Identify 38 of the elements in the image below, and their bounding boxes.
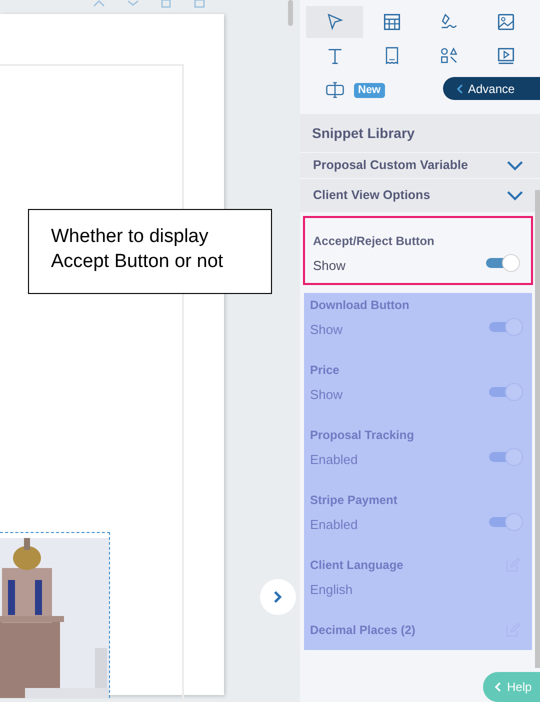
callout-text: Whether to display Accept Button or not bbox=[51, 225, 224, 274]
chevron-left-icon bbox=[457, 84, 463, 94]
chevron-icon bbox=[506, 190, 524, 201]
option-label: Price bbox=[310, 362, 340, 379]
option-label: Proposal Tracking bbox=[310, 427, 414, 444]
chevron-left-icon bbox=[495, 682, 501, 692]
option-value: Enabled bbox=[310, 451, 358, 469]
option-value: Show bbox=[313, 257, 346, 275]
option-label: Stripe Payment bbox=[310, 492, 398, 509]
text-field-icon bbox=[324, 79, 346, 101]
option-label: Accept/Reject Button bbox=[313, 233, 434, 250]
option-value: English bbox=[310, 581, 353, 599]
option-label: Client Language bbox=[310, 557, 404, 574]
tool-button[interactable] bbox=[306, 6, 363, 38]
toggle-switch[interactable] bbox=[489, 383, 523, 401]
option-value: Show bbox=[310, 386, 343, 404]
chevron-right-icon bbox=[273, 590, 283, 604]
option-label: Decimal Places (2) bbox=[310, 622, 416, 639]
panel-scrollbar[interactable] bbox=[535, 190, 540, 668]
toggle-switch[interactable] bbox=[489, 448, 523, 466]
section-title: Snippet Library bbox=[312, 124, 415, 143]
section-title: Client View Options bbox=[313, 187, 430, 204]
new-badge: New bbox=[354, 82, 385, 98]
option-label: Download Button bbox=[310, 297, 410, 314]
next-button[interactable] bbox=[260, 579, 296, 615]
section-header[interactable]: Client View Options bbox=[300, 179, 540, 213]
toggle-switch[interactable] bbox=[486, 254, 520, 272]
toggle-switch[interactable] bbox=[489, 318, 523, 336]
scrollbar[interactable] bbox=[288, 0, 293, 26]
toggle-switch[interactable] bbox=[489, 513, 523, 531]
section-title: Proposal Custom Variable bbox=[313, 157, 468, 174]
section-header[interactable]: Proposal Custom Variable bbox=[300, 153, 540, 179]
option-value: Show bbox=[310, 321, 343, 339]
snippet-library-header[interactable]: Snippet Library bbox=[300, 114, 540, 152]
advance-button[interactable]: Advance bbox=[443, 77, 540, 100]
option-value: Enabled bbox=[310, 516, 358, 534]
chevron-icon bbox=[506, 160, 524, 171]
tool-button[interactable]: New bbox=[306, 74, 406, 106]
